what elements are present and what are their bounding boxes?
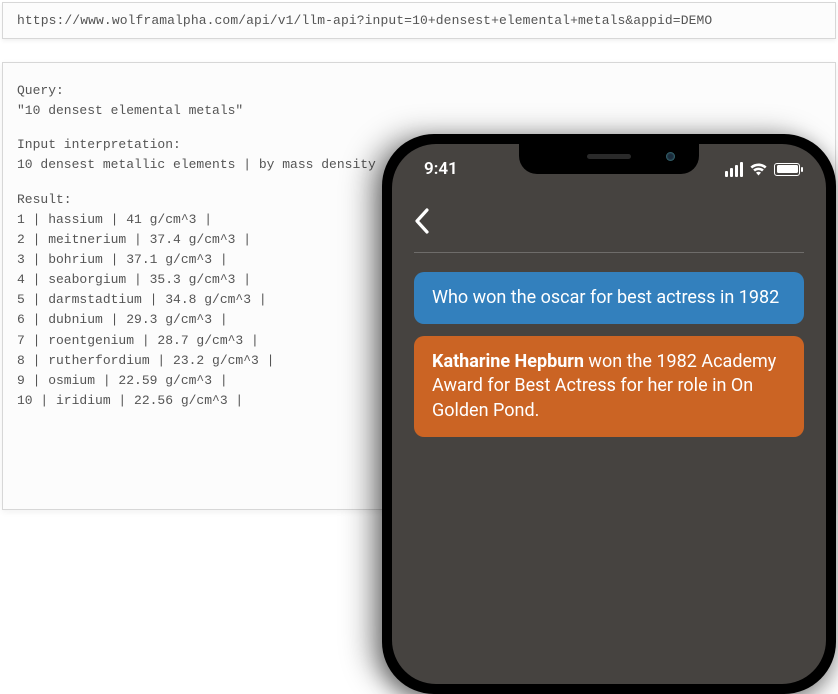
- query-value: "10 densest elemental metals": [17, 101, 821, 121]
- chat-user-text: Who won the oscar for best actress in 19…: [432, 287, 779, 308]
- signal-icon: [725, 162, 743, 177]
- chat-bot-message: Katharine Hepburn won the 1982 Academy A…: [414, 336, 804, 437]
- api-url-box[interactable]: https://www.wolframalpha.com/api/v1/llm-…: [2, 2, 836, 39]
- chat-bot-strong: Katharine Hepburn: [432, 351, 584, 372]
- phone-notch: [519, 144, 699, 174]
- phone-screen: 9:41 Who won the oscar for best actress …: [392, 144, 826, 684]
- query-label: Query:: [17, 81, 821, 101]
- back-button[interactable]: [414, 208, 430, 239]
- wifi-icon: [749, 162, 768, 176]
- api-url-text: https://www.wolframalpha.com/api/v1/llm-…: [17, 13, 712, 28]
- phone-device: 9:41 Who won the oscar for best actress …: [382, 134, 836, 694]
- status-time: 9:41: [418, 159, 458, 179]
- header-divider: [414, 252, 804, 253]
- chat-user-message[interactable]: Who won the oscar for best actress in 19…: [414, 272, 804, 324]
- battery-icon: [774, 163, 800, 176]
- chevron-left-icon: [414, 208, 430, 234]
